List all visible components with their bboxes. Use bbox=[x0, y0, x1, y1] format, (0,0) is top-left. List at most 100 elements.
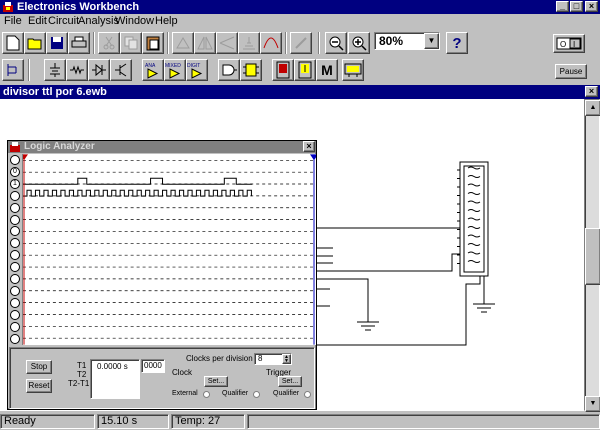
vertical-scrollbar[interactable]: ▲ ▼ bbox=[584, 99, 600, 412]
input-terminal[interactable] bbox=[10, 155, 20, 165]
transistor-icon bbox=[115, 63, 127, 77]
scroll-up-icon[interactable]: ▲ bbox=[585, 100, 600, 116]
basic-bin-button[interactable] bbox=[66, 59, 88, 81]
diodes-bin-button[interactable] bbox=[88, 59, 110, 81]
wire[interactable] bbox=[316, 276, 481, 346]
ground-icon[interactable] bbox=[473, 303, 495, 313]
logic-analyzer-controls: Stop Reset T1 T2 T2-T1 0.0000 s 0000 Clo… bbox=[9, 347, 315, 409]
zoom-out-button[interactable] bbox=[325, 32, 347, 54]
sources-bin-button[interactable] bbox=[44, 59, 66, 81]
rotate-icon bbox=[176, 37, 190, 49]
input-terminal[interactable] bbox=[10, 250, 20, 261]
clock-qualifier-radio[interactable] bbox=[253, 391, 260, 398]
power-toggle-icon: O I bbox=[556, 37, 582, 50]
input-terminal[interactable] bbox=[10, 190, 20, 201]
controls-bin-button[interactable] bbox=[294, 59, 316, 81]
app-title-bar[interactable]: Electronics Workbench _ □ × bbox=[0, 0, 600, 14]
logic-analyzer-close-button[interactable]: × bbox=[303, 141, 315, 152]
new-button[interactable] bbox=[2, 32, 24, 54]
zoom-value: 80% bbox=[379, 34, 404, 48]
pause-button[interactable]: Pause bbox=[555, 64, 587, 79]
paste-button[interactable] bbox=[142, 32, 164, 54]
digital-bin-button[interactable] bbox=[240, 59, 262, 81]
digital-ic-icon: DIGIT bbox=[187, 63, 203, 79]
cut-button[interactable] bbox=[98, 32, 120, 54]
menu-file[interactable]: File bbox=[4, 14, 22, 29]
input-terminal[interactable] bbox=[10, 202, 20, 213]
indicator-icon bbox=[276, 61, 290, 79]
open-button[interactable] bbox=[24, 32, 46, 54]
help-button[interactable]: ? bbox=[446, 32, 468, 54]
zoom-in-button[interactable] bbox=[348, 32, 370, 54]
zoom-out-icon bbox=[329, 36, 344, 51]
external-radio[interactable] bbox=[203, 391, 210, 398]
logic-analyzer-window: Logic Analyzer × 01 Stop Reset T1 T2 T2-… bbox=[7, 140, 317, 410]
input-terminal[interactable] bbox=[10, 214, 20, 225]
mixed-ics-bin-button[interactable]: MIXED bbox=[164, 59, 186, 81]
dropdown-arrow-icon[interactable]: ▼ bbox=[424, 33, 439, 49]
ground-icon[interactable] bbox=[357, 321, 379, 331]
component-properties-button[interactable] bbox=[238, 32, 260, 54]
input-terminal[interactable] bbox=[10, 238, 20, 249]
input-terminal[interactable] bbox=[10, 321, 20, 332]
menu-circuit[interactable]: Circuit bbox=[48, 14, 79, 29]
input-terminal[interactable] bbox=[10, 262, 20, 273]
input-terminal[interactable]: 0 bbox=[10, 166, 20, 177]
dip-component[interactable] bbox=[457, 161, 489, 277]
clocks-per-division-input[interactable]: 8 ▲ ▼ bbox=[254, 353, 292, 365]
logic-analyzer-title-bar[interactable]: Logic Analyzer × bbox=[8, 141, 316, 153]
menu-help[interactable]: Help bbox=[155, 14, 178, 29]
clock-set-button[interactable]: Set... bbox=[204, 376, 228, 387]
scroll-down-icon[interactable]: ▼ bbox=[585, 396, 600, 412]
flip-horizontal-button[interactable] bbox=[194, 32, 216, 54]
input-terminal[interactable] bbox=[10, 333, 20, 344]
menu-edit[interactable]: Edit bbox=[28, 14, 47, 29]
input-terminal[interactable] bbox=[10, 226, 20, 237]
scroll-thumb[interactable] bbox=[585, 228, 600, 285]
trigger-qualifier-radio[interactable] bbox=[304, 391, 311, 398]
transistors-bin-button[interactable] bbox=[110, 59, 132, 81]
wire[interactable] bbox=[316, 253, 460, 272]
menu-window[interactable]: Window bbox=[115, 14, 154, 29]
minimize-button[interactable]: _ bbox=[556, 1, 569, 12]
logic-gates-bin-button[interactable] bbox=[218, 59, 240, 81]
print-button[interactable] bbox=[68, 32, 90, 54]
rotate-button[interactable] bbox=[172, 32, 194, 54]
svg-text:DIGIT: DIGIT bbox=[187, 63, 200, 69]
input-terminal[interactable] bbox=[10, 285, 20, 296]
logic-gate-icon bbox=[222, 64, 237, 76]
diode-icon bbox=[92, 63, 106, 77]
document-title-bar[interactable]: divisor ttl por 6.ewb × bbox=[0, 85, 600, 99]
graph-button[interactable] bbox=[290, 32, 312, 54]
digital-ics-bin-button[interactable]: DIGIT bbox=[186, 59, 208, 81]
menu-analysis[interactable]: Analysis bbox=[78, 14, 119, 29]
cursor-t1[interactable] bbox=[22, 154, 28, 345]
copy-button[interactable] bbox=[120, 32, 142, 54]
count-readout: 0000 bbox=[141, 359, 165, 373]
t2-label: T2 bbox=[77, 370, 87, 379]
input-terminal[interactable] bbox=[10, 297, 20, 308]
favorites-bin-button[interactable] bbox=[2, 59, 24, 81]
indicators-bin-button[interactable] bbox=[272, 59, 294, 81]
input-terminal[interactable] bbox=[10, 309, 20, 320]
document-close-button[interactable]: × bbox=[585, 86, 598, 97]
zoom-select[interactable]: 80% ▼ bbox=[374, 32, 440, 50]
analog-ics-bin-button[interactable]: ANA bbox=[142, 59, 164, 81]
instruments-bin-button[interactable] bbox=[342, 59, 364, 81]
close-button[interactable]: × bbox=[585, 1, 598, 12]
wire[interactable] bbox=[316, 278, 369, 322]
power-switch[interactable]: O I bbox=[553, 34, 585, 53]
stop-button[interactable]: Stop bbox=[26, 360, 52, 374]
cursor-t2[interactable] bbox=[310, 154, 316, 345]
input-terminal[interactable]: 1 bbox=[10, 178, 20, 189]
create-subcircuit-button[interactable] bbox=[260, 32, 282, 54]
flip-vertical-button[interactable] bbox=[216, 32, 238, 54]
logic-analyzer-display[interactable] bbox=[22, 154, 316, 345]
miscellaneous-bin-button[interactable]: M bbox=[316, 59, 338, 81]
input-terminal[interactable] bbox=[10, 274, 20, 284]
trigger-set-button[interactable]: Set... bbox=[278, 376, 302, 387]
spinner-arrows-icon[interactable]: ▲ ▼ bbox=[282, 354, 291, 364]
reset-button[interactable]: Reset bbox=[26, 379, 52, 393]
save-button[interactable] bbox=[46, 32, 68, 54]
maximize-button[interactable]: □ bbox=[570, 1, 583, 12]
